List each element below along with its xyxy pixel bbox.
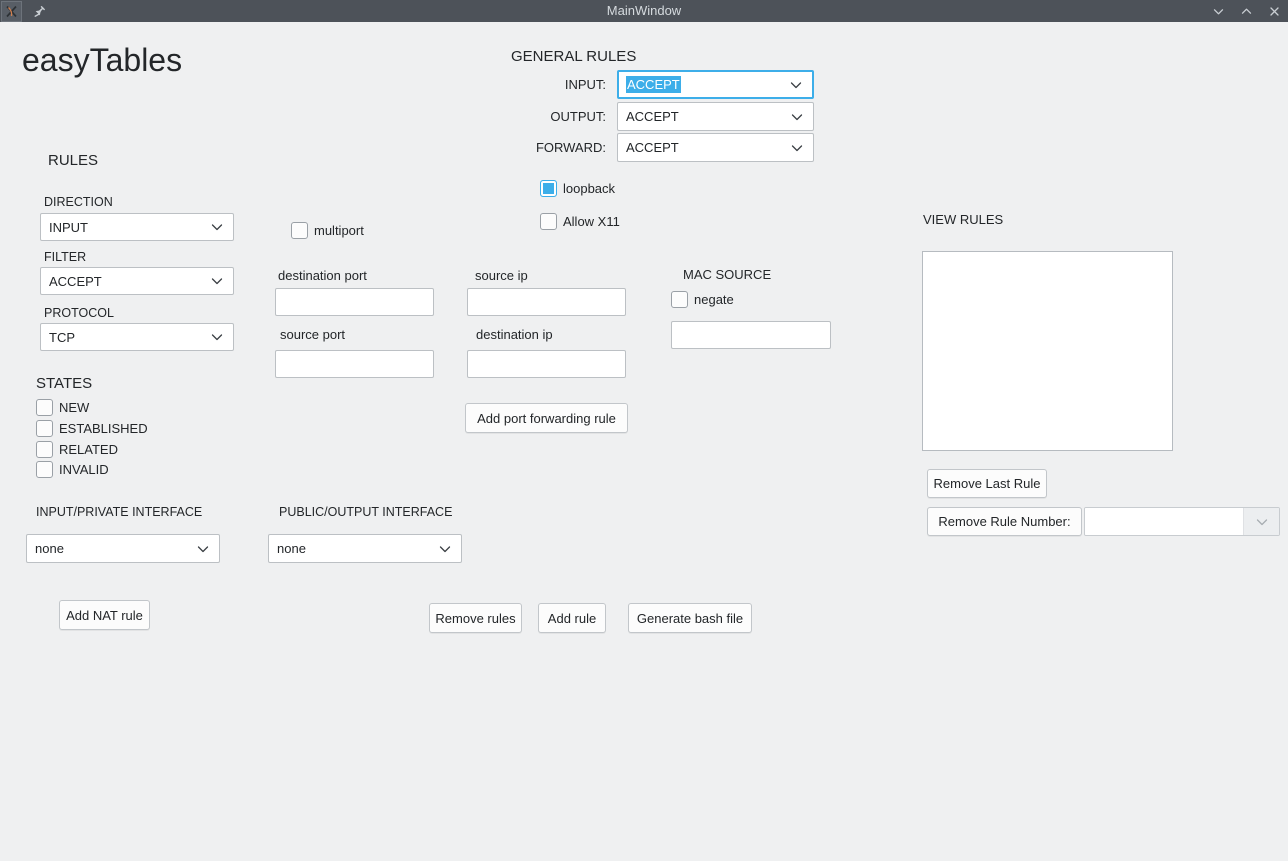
general-input-value: ACCEPT	[626, 76, 681, 93]
loopback-checkbox[interactable]: loopback	[540, 180, 615, 197]
close-icon	[1269, 6, 1279, 16]
pin-icon[interactable]	[28, 0, 50, 22]
general-forward-combo[interactable]: ACCEPT	[617, 133, 814, 162]
chevron-down-icon	[790, 81, 802, 88]
chevron-down-icon	[211, 224, 223, 231]
direction-label: DIRECTION	[44, 195, 113, 209]
destination-port-label: destination port	[278, 268, 367, 283]
rule-number-input[interactable]	[1085, 508, 1243, 535]
allow-x11-checkbox[interactable]: Allow X11	[540, 213, 620, 230]
chevron-down-icon	[791, 144, 803, 151]
generate-bash-file-button[interactable]: Generate bash file	[628, 603, 752, 633]
remove-rules-button[interactable]: Remove rules	[429, 603, 522, 633]
maximize-button[interactable]	[1232, 0, 1260, 22]
public-output-interface-value: none	[277, 541, 306, 556]
page-title: easyTables	[22, 42, 183, 78]
chevron-down-icon	[197, 545, 209, 552]
filter-combo[interactable]: ACCEPT	[40, 267, 234, 295]
filter-label: FILTER	[44, 250, 87, 264]
source-ip-label: source ip	[475, 268, 528, 283]
general-output-label: OUTPUT:	[550, 109, 606, 124]
protocol-value: TCP	[49, 329, 75, 345]
general-rules-heading: GENERAL RULES	[511, 48, 637, 65]
checkbox-box	[671, 291, 688, 308]
view-rules-list[interactable]	[922, 251, 1173, 451]
general-output-combo[interactable]: ACCEPT	[617, 102, 814, 131]
state-checkbox-invalid[interactable]: INVALID	[36, 461, 109, 478]
chevron-down-icon	[791, 113, 803, 120]
destination-port-input[interactable]	[275, 288, 434, 316]
checkbox-box	[36, 461, 53, 478]
state-checkbox-new[interactable]: NEW	[36, 399, 89, 416]
checkbox-box	[540, 180, 557, 197]
title-bar: MainWindow	[0, 0, 1288, 22]
pin-icon-glyph	[34, 5, 45, 17]
destination-ip-input[interactable]	[467, 350, 626, 378]
protocol-combo[interactable]: TCP	[40, 323, 234, 351]
chevron-down-icon	[211, 334, 223, 341]
destination-ip-label: destination ip	[476, 327, 553, 342]
public-output-interface-combo[interactable]: none	[268, 534, 462, 563]
state-label: RELATED	[59, 442, 118, 457]
direction-value: INPUT	[49, 219, 88, 235]
remove-rule-number-button[interactable]: Remove Rule Number:	[927, 507, 1082, 536]
allow-x11-label: Allow X11	[563, 214, 620, 229]
window-controls	[1204, 0, 1288, 22]
multiport-checkbox[interactable]: multiport	[291, 222, 364, 239]
loopback-label: loopback	[563, 181, 616, 196]
mac-source-input[interactable]	[671, 321, 831, 349]
filter-value: ACCEPT	[49, 273, 102, 289]
window-title: MainWindow	[606, 3, 682, 18]
general-forward-value: ACCEPT	[626, 140, 679, 155]
add-port-forwarding-rule-button[interactable]: Add port forwarding rule	[465, 403, 628, 433]
application-icon-glyph	[6, 5, 17, 17]
state-label: ESTABLISHED	[59, 421, 148, 436]
checkbox-box	[36, 420, 53, 437]
public-output-interface-label: PUBLIC/OUTPUT INTERFACE	[279, 505, 453, 519]
remove-last-rule-button[interactable]: Remove Last Rule	[927, 469, 1047, 498]
input-private-interface-combo[interactable]: none	[26, 534, 220, 563]
direction-combo[interactable]: INPUT	[40, 213, 234, 241]
chevron-up-icon	[1241, 8, 1251, 14]
general-input-label: INPUT:	[564, 77, 606, 92]
mac-source-heading: MAC SOURCE	[683, 267, 772, 282]
state-checkbox-related[interactable]: RELATED	[36, 441, 118, 458]
state-label: NEW	[59, 400, 90, 415]
source-ip-input[interactable]	[467, 288, 626, 316]
general-forward-label: FORWARD:	[535, 140, 606, 155]
checkbox-box	[291, 222, 308, 239]
chevron-down-icon	[211, 278, 223, 285]
title-bar-left	[0, 0, 50, 22]
add-nat-rule-button[interactable]: Add NAT rule	[59, 600, 150, 630]
protocol-label: PROTOCOL	[44, 306, 114, 320]
input-private-interface-value: none	[35, 541, 64, 556]
view-rules-heading: VIEW RULES	[923, 212, 1004, 227]
source-port-input[interactable]	[275, 350, 434, 378]
close-button[interactable]	[1260, 0, 1288, 22]
rule-number-dropdown-button[interactable]	[1243, 508, 1279, 535]
minimize-button[interactable]	[1204, 0, 1232, 22]
checkbox-box	[540, 213, 557, 230]
state-checkbox-established[interactable]: ESTABLISHED	[36, 420, 148, 437]
chevron-down-icon	[1256, 518, 1267, 525]
application-icon[interactable]	[1, 0, 22, 22]
chevron-down-icon	[1213, 8, 1223, 14]
general-input-combo[interactable]: ACCEPT	[617, 70, 814, 99]
input-private-interface-label: INPUT/PRIVATE INTERFACE	[36, 505, 203, 519]
mac-negate-checkbox[interactable]: negate	[671, 291, 734, 308]
rule-number-combo[interactable]	[1084, 507, 1280, 536]
source-port-label: source port	[280, 327, 346, 342]
checkbox-box	[36, 399, 53, 416]
chevron-down-icon	[439, 545, 451, 552]
mac-negate-label: negate	[694, 292, 734, 307]
states-heading: STATES	[36, 375, 93, 392]
add-rule-button[interactable]: Add rule	[538, 603, 606, 633]
multiport-label: multiport	[314, 223, 364, 238]
state-label: INVALID	[59, 462, 109, 477]
checkbox-box	[36, 441, 53, 458]
rules-heading: RULES	[48, 152, 99, 169]
general-output-value: ACCEPT	[626, 109, 679, 124]
